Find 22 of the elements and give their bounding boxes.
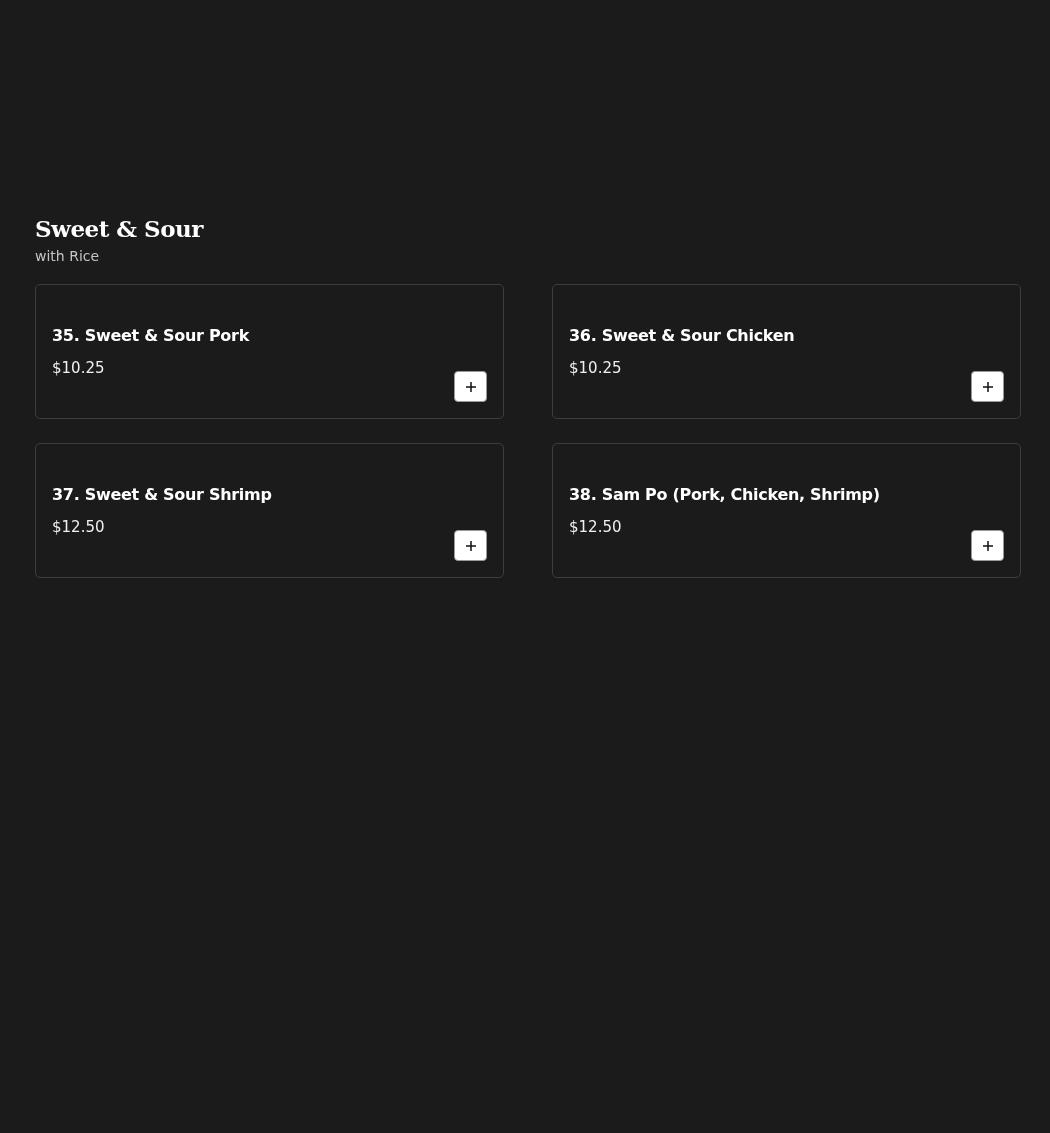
add-button[interactable] [971,371,1004,402]
item-name: 37. Sweet & Sour Shrimp [52,484,273,506]
item-price: $12.50 [569,518,623,536]
item-name: 35. Sweet & Sour Pork [52,325,251,347]
menu-item-card[interactable]: 35. Sweet & Sour Pork $10.25 [35,284,504,419]
section-title: Sweet & Sour [35,214,205,244]
menu-item-card[interactable]: 37. Sweet & Sour Shrimp $12.50 [35,443,504,578]
add-button[interactable] [971,530,1004,561]
item-name: 36. Sweet & Sour Chicken [569,325,796,347]
plus-icon [982,381,993,392]
add-button[interactable] [454,530,487,561]
item-price: $10.25 [569,359,623,377]
plus-icon [465,381,476,392]
plus-icon [465,540,476,551]
item-price: $12.50 [52,518,106,536]
section-subtitle: with Rice [35,247,101,266]
add-button[interactable] [454,371,487,402]
plus-icon [982,540,993,551]
menu-item-card[interactable]: 38. Sam Po (Pork, Chicken, Shrimp) $12.50 [552,443,1021,578]
item-price: $10.25 [52,359,106,377]
menu-item-card[interactable]: 36. Sweet & Sour Chicken $10.25 [552,284,1021,419]
item-name: 38. Sam Po (Pork, Chicken, Shrimp) [569,484,881,506]
